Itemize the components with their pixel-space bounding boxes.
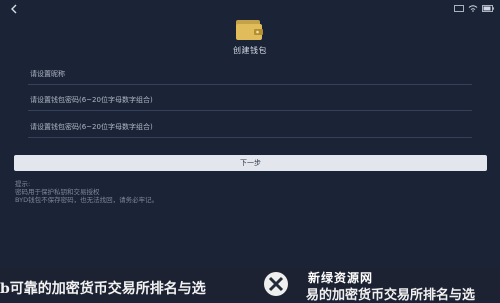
tips-heading: 提示: [15,180,31,188]
page-title: 创建钱包 [233,46,267,55]
divider [28,84,472,85]
battery-icon [482,5,494,12]
divider [28,137,472,138]
wallet-name-field[interactable]: 请设置昵称 [28,67,472,85]
confirm-password-field[interactable]: 请设置钱包密码(6~20位字母数字组合) [28,120,472,138]
password-placeholder: 请设置钱包密码(6~20位字母数字组合) [30,96,153,104]
tips-line: BYD钱包不保存密码，也无法找回，请务必牢记。 [15,196,159,204]
password-field[interactable]: 请设置钱包密码(6~20位字母数字组合) [28,93,472,111]
back-button[interactable] [9,4,23,18]
wallet-icon [231,16,267,46]
confirm-password-placeholder: 请设置钱包密码(6~20位字母数字组合) [30,123,153,131]
logo-bottom-text: 易的加密货币交易所排名与选 [306,288,476,303]
chevron-left-icon [11,4,17,14]
watermark-logo: 新绿资源网 易的加密货币交易所排名与选 [220,268,500,303]
next-button[interactable]: 下一步 [14,155,487,171]
cast-icon [454,5,464,12]
tips-line: 密码用于保护私钥和交易授权 [15,188,100,196]
wallet-name-placeholder: 请设置昵称 [30,70,65,78]
wifi-icon [468,5,478,12]
status-icons [454,5,494,12]
tips: 提示: 密码用于保护私钥和交易授权 BYD钱包不保存密码，也无法找回，请务必牢记… [15,180,485,204]
banner-text: b可靠的加密货币交易所排名与选 [0,281,206,297]
watermark-banner: b可靠的加密货币交易所排名与选 新绿资源网 易的加密货币交易所排名与选 [0,268,500,303]
divider [28,110,472,111]
